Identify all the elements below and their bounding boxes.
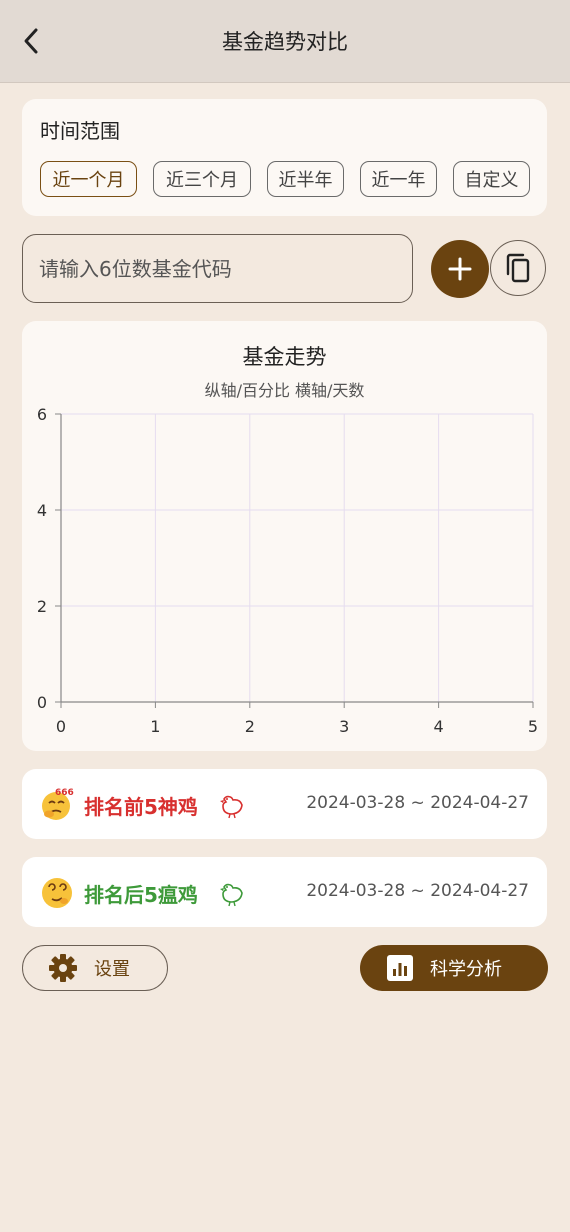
top-5-date-range: 2024-03-28 ~ 2024-04-27 bbox=[306, 793, 529, 813]
x-tick-label: 2 bbox=[245, 717, 255, 736]
range-option-custom[interactable]: 自定义 bbox=[453, 161, 530, 197]
y-tick-label: 6 bbox=[37, 405, 47, 424]
bar-chart-icon bbox=[387, 955, 413, 981]
settings-button[interactable]: 设置 bbox=[22, 945, 168, 991]
top-5-label: 排名前5神鸡 bbox=[84, 795, 198, 819]
copy-button[interactable] bbox=[490, 240, 546, 296]
gear-icon bbox=[49, 954, 77, 982]
plus-icon bbox=[448, 257, 472, 281]
time-range-title: 时间范围 bbox=[40, 119, 120, 143]
y-tick-label: 2 bbox=[37, 597, 47, 616]
range-option-1-month[interactable]: 近一个月 bbox=[40, 161, 137, 197]
svg-text:666: 666 bbox=[55, 788, 74, 798]
range-option-1-year[interactable]: 近一年 bbox=[360, 161, 437, 197]
page-title: 基金趋势对比 bbox=[222, 30, 348, 54]
chick-icon bbox=[220, 795, 243, 819]
range-option-half-year[interactable]: 近半年 bbox=[267, 161, 344, 197]
trend-chart-card: 基金走势 纵轴/百分比 横轴/天数 0123450246 bbox=[22, 321, 547, 751]
analysis-label: 科学分析 bbox=[430, 959, 502, 980]
bottom-5-label: 排名后5瘟鸡 bbox=[84, 883, 198, 907]
science-analysis-button[interactable]: 科学分析 bbox=[360, 945, 548, 991]
bottom-5-date-range: 2024-03-28 ~ 2024-04-27 bbox=[306, 881, 529, 901]
chick-icon bbox=[220, 883, 243, 907]
trend-chart: 0 1 2 3 4 5 0 2 4 6 bbox=[37, 405, 538, 736]
x-tick-label: 5 bbox=[528, 717, 538, 736]
app-header: 基金趋势对比 bbox=[0, 0, 570, 83]
x-tick-label: 0 bbox=[56, 717, 66, 736]
dizzy-face-emoji bbox=[42, 878, 72, 908]
range-option-3-months[interactable]: 近三个月 bbox=[153, 161, 251, 197]
y-tick-label: 4 bbox=[37, 501, 47, 520]
x-tick-label: 1 bbox=[150, 717, 160, 736]
x-tick-label: 3 bbox=[339, 717, 349, 736]
y-tick-label: 0 bbox=[37, 693, 47, 712]
top-5-ranking-card[interactable]: 666 排名前5神鸡 2024-03-28 ~ 2024-04-27 bbox=[22, 769, 547, 839]
thinking-666-emoji: 666 bbox=[42, 788, 74, 820]
add-fund-button[interactable] bbox=[431, 240, 489, 298]
fund-code-input[interactable] bbox=[22, 234, 413, 303]
bottom-5-ranking-card[interactable]: 排名后5瘟鸡 2024-03-28 ~ 2024-04-27 bbox=[22, 857, 547, 927]
settings-label: 设置 bbox=[94, 959, 130, 980]
x-tick-label: 4 bbox=[434, 717, 444, 736]
time-range-card: 时间范围 近一个月 近三个月 近半年 近一年 自定义 bbox=[22, 99, 547, 216]
copy-icon bbox=[506, 253, 530, 283]
